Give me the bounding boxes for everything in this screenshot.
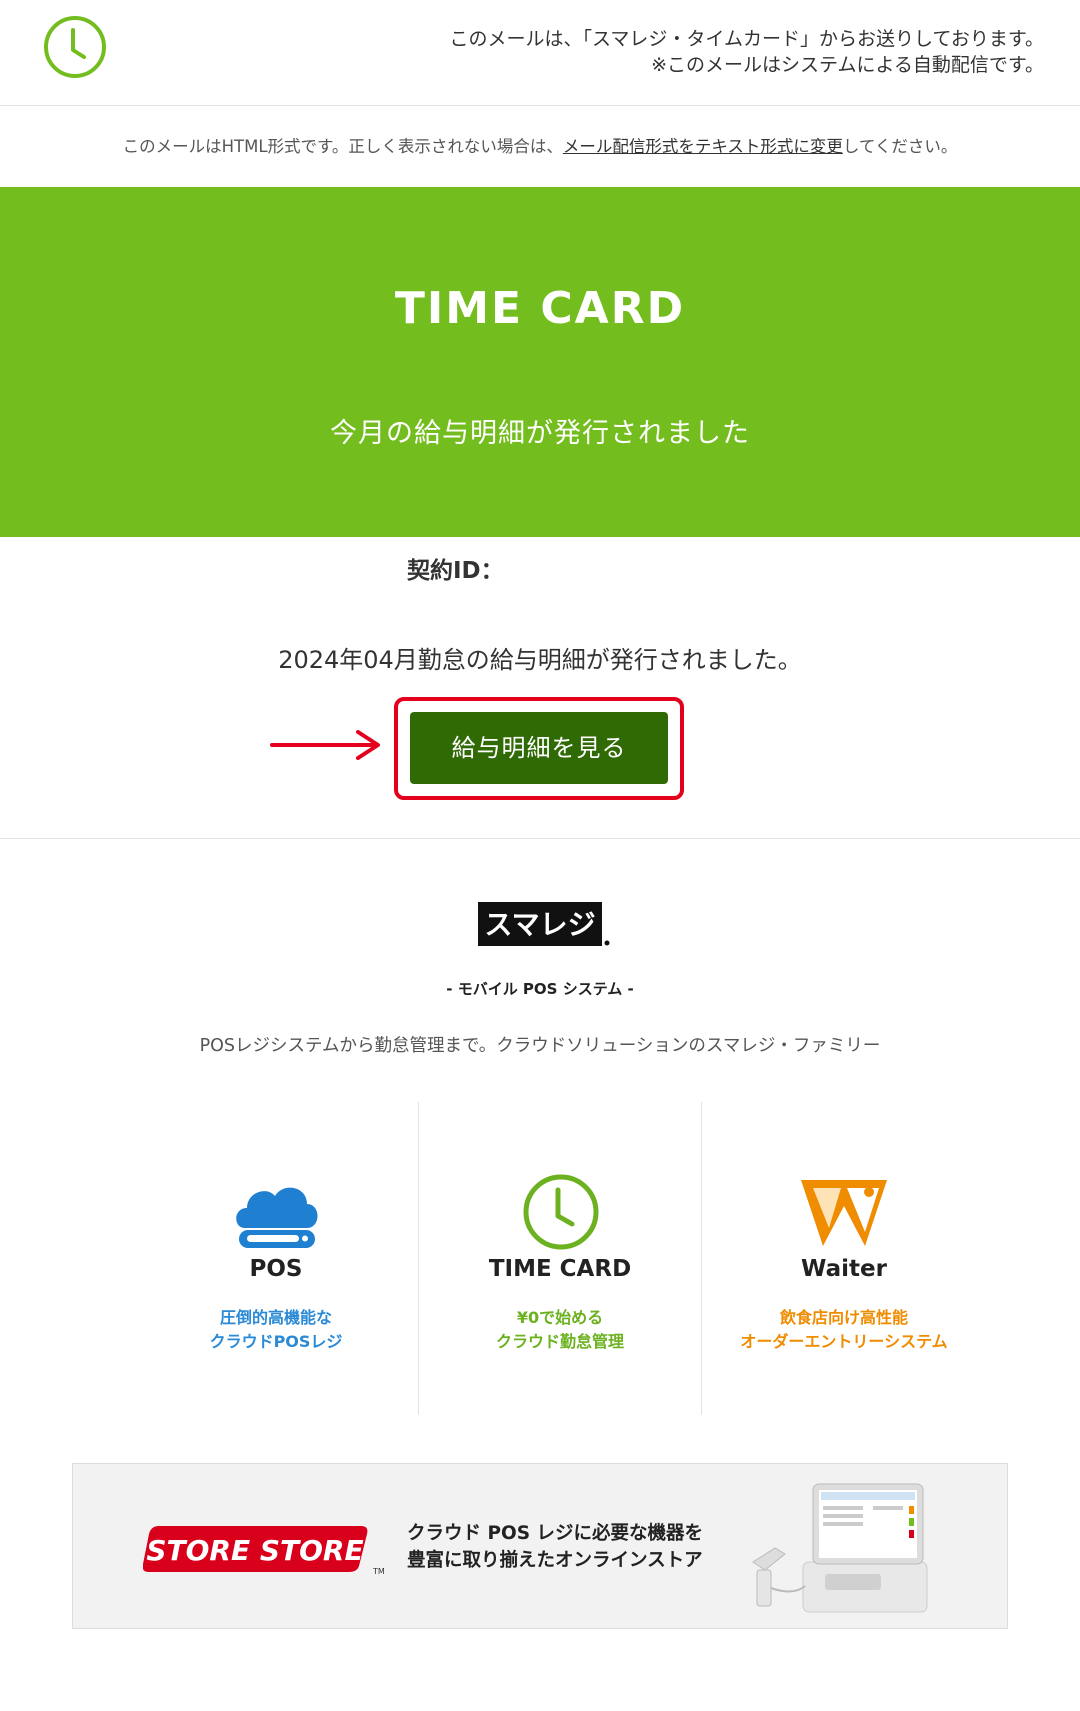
payslip-message: 2024年04月勤怠の給与明細が発行されました。 bbox=[278, 646, 802, 674]
banner-text: クラウド POS レジに必要な機器を 豊富に取り揃えたオンラインストア bbox=[407, 1520, 703, 1574]
hero-subtitle: 今月の給与明細が発行されました bbox=[330, 418, 750, 449]
product-desc-line: 飲食店向け高性能 bbox=[779, 1308, 908, 1327]
product-description: 飲食店向け高性能 オーダーエントリーシステム bbox=[702, 1306, 986, 1354]
trademark-mark: TM bbox=[372, 1567, 385, 1576]
sender-line: このメールは、「スマレジ・タイムカード」からお送りしております。 bbox=[449, 28, 1044, 50]
contract-id-label: 契約ID： bbox=[407, 558, 504, 584]
clock-icon bbox=[44, 16, 106, 78]
product-name: TIME CARD bbox=[488, 1256, 632, 1282]
product-timecard[interactable]: TIME CARD ¥0で始める クラウド勤怠管理 bbox=[418, 1102, 702, 1415]
banner-line: 豊富に取り揃えたオンラインストア bbox=[407, 1550, 703, 1571]
notice-prefix: このメールはHTML形式です。正しく表示されない場合は、 bbox=[122, 137, 563, 156]
hero-banner: TIME CARD 今月の給与明細が発行されました bbox=[0, 187, 1080, 537]
banner-line: クラウド POS レジに必要な機器を bbox=[407, 1523, 703, 1544]
product-desc-line: 圧倒的高機能な bbox=[219, 1308, 332, 1327]
store-store-logo-text: STORE STORE bbox=[146, 1534, 363, 1567]
product-name: POS bbox=[249, 1256, 303, 1282]
waiter-w-icon bbox=[801, 1180, 887, 1246]
store-store-logo: STORE STORE TM bbox=[143, 1526, 385, 1576]
html-format-notice: このメールはHTML形式です。正しく表示されない場合は、メール配信形式をテキスト… bbox=[0, 107, 1080, 187]
product-desc-line: オーダーエントリーシステム bbox=[740, 1332, 948, 1351]
email-header: このメールは、「スマレジ・タイムカード」からお送りしております。 ※このメールは… bbox=[0, 0, 1080, 106]
section-divider bbox=[0, 838, 1080, 839]
product-desc-line: クラウド勤怠管理 bbox=[495, 1332, 624, 1351]
smaregi-logo-text: スマレジ bbox=[484, 908, 595, 941]
brand-tagline: - モバイル POS システム - bbox=[446, 980, 634, 998]
product-waiter[interactable]: Waiter 飲食店向け高性能 オーダーエントリーシステム bbox=[702, 1102, 986, 1415]
smaregi-logo: スマレジ bbox=[478, 902, 610, 946]
notice-suffix: してください。 bbox=[842, 137, 958, 156]
product-name: Waiter bbox=[801, 1256, 887, 1282]
product-desc-line: クラウドPOSレジ bbox=[209, 1332, 343, 1351]
product-description: ¥0で始める クラウド勤怠管理 bbox=[419, 1306, 701, 1354]
product-pos[interactable]: POS 圧倒的高機能な クラウドPOSレジ bbox=[134, 1102, 418, 1415]
product-desc-line: ¥0で始める bbox=[516, 1308, 604, 1327]
change-to-text-format-link[interactable]: メール配信形式をテキスト形式に変更 bbox=[563, 137, 843, 156]
hero-title: TIME CARD bbox=[394, 283, 686, 334]
family-description: POSレジシステムから勤怠管理まで。クラウドソリューションのスマレジ・ファミリー bbox=[199, 1036, 881, 1056]
sender-notice: このメールは、「スマレジ・タイムカード」からお送りしております。 ※このメールは… bbox=[449, 26, 1044, 78]
view-payslip-button[interactable]: 給与明細を見る bbox=[410, 712, 668, 784]
product-list: POS 圧倒的高機能な クラウドPOSレジ TIME CARD ¥0で始める ク… bbox=[134, 1102, 954, 1415]
cloud-pos-icon bbox=[236, 1187, 318, 1248]
product-description: 圧倒的高機能な クラウドPOSレジ bbox=[134, 1306, 418, 1354]
auto-delivery-line: ※このメールはシステムによる自動配信です。 bbox=[651, 54, 1044, 76]
red-arrow-icon bbox=[270, 730, 380, 760]
pos-device-illustration bbox=[752, 1483, 928, 1613]
store-store-banner[interactable]: STORE STORE TM クラウド POS レジに必要な機器を 豊富に取り揃… bbox=[72, 1463, 1008, 1629]
clock-icon bbox=[523, 1174, 599, 1250]
